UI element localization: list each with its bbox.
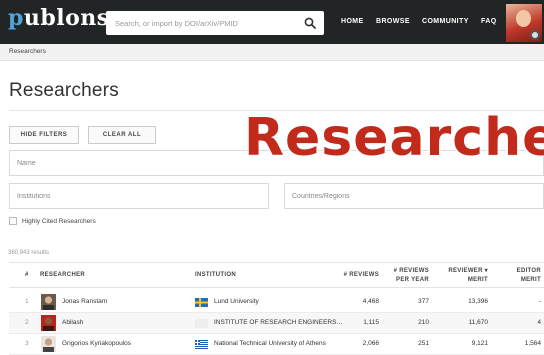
search-button[interactable] — [296, 11, 324, 35]
reviewer-merit: 13,396 — [468, 298, 488, 305]
institution-name[interactable]: National Technical University of Athens — [214, 340, 326, 347]
col-rank: # — [25, 272, 29, 278]
researcher-name[interactable]: Jonas Ranstam — [62, 298, 107, 305]
col-reviews-per-year-line2: PER YEAR — [396, 277, 429, 283]
table-row[interactable]: 1 Jonas Ranstam Lund University 4,468 37… — [9, 292, 544, 313]
reviews-count: 4,468 — [362, 298, 379, 305]
table-row[interactable]: 3 Grigorios Kyriakopoulos National Techn… — [9, 334, 544, 355]
breadcrumb-researchers[interactable]: Researchers — [9, 48, 46, 55]
editor-merit: 4 — [537, 319, 541, 326]
countries-filter-field — [284, 183, 544, 209]
breadcrumb: Researchers — [0, 44, 544, 61]
col-researcher[interactable]: RESEARCHER — [40, 271, 85, 280]
reviewer-merit: 9,121 — [471, 340, 488, 347]
highly-cited-label: Highly Cited Researchers — [22, 217, 96, 225]
row-rank: 1 — [25, 298, 29, 305]
hide-filters-button[interactable]: HIDE FILTERS — [9, 126, 79, 144]
reviews-count: 1,115 — [363, 319, 379, 326]
search-input[interactable] — [106, 11, 296, 35]
col-editor-merit[interactable]: EDITOR MERIT — [503, 267, 541, 285]
col-editor-merit-line1: EDITOR — [516, 268, 541, 274]
col-reviewer-merit-line1: REVIEWER ▾ — [448, 268, 488, 274]
col-reviewer-merit[interactable]: REVIEWER ▾ MERIT — [442, 267, 488, 285]
col-reviews[interactable]: # REVIEWS — [339, 271, 379, 280]
col-editor-merit-line2: MERIT — [520, 277, 541, 283]
blank-flag-icon — [195, 319, 208, 328]
researcher-avatar[interactable] — [41, 294, 56, 310]
editor-merit: - — [538, 298, 541, 305]
reviews-count: 2,066 — [362, 340, 379, 347]
publons-logo[interactable]: publons — [8, 5, 110, 31]
nav-faq[interactable]: FAQ — [481, 18, 497, 25]
institution-name[interactable]: Lund University — [214, 298, 259, 305]
sweden-flag-icon — [195, 298, 208, 307]
reviews-per-year: 377 — [418, 298, 429, 305]
researcher-name[interactable]: Abilash — [62, 319, 83, 326]
clear-all-button[interactable]: CLEAR ALL — [88, 126, 156, 144]
researcher-avatar[interactable] — [41, 336, 56, 352]
greece-flag-icon — [195, 340, 208, 349]
institution-name[interactable]: INSTITUTE OF RESEARCH ENGINEERS… — [214, 319, 343, 326]
gear-icon[interactable] — [530, 30, 540, 40]
avatar-face — [516, 10, 531, 27]
table-header: # RESEARCHER INSTITUTION # REVIEWS # REV… — [9, 262, 544, 288]
nav-home[interactable]: HOME — [341, 18, 364, 25]
reviewer-merit: 11,670 — [468, 319, 488, 326]
institutions-filter-field — [9, 183, 269, 209]
col-institution[interactable]: INSTITUTION — [195, 271, 236, 280]
page-title: Researchers — [9, 80, 119, 101]
nav-community[interactable]: COMMUNITY — [422, 18, 469, 25]
highly-cited-checkbox[interactable] — [9, 217, 17, 225]
row-rank: 2 — [25, 319, 29, 326]
overlay-title: Researche — [244, 108, 544, 168]
institutions-input[interactable] — [10, 184, 268, 208]
results-count: 360,943 results — [8, 250, 50, 256]
researcher-avatar[interactable] — [41, 315, 56, 331]
highly-cited-filter[interactable]: Highly Cited Researchers — [9, 217, 96, 225]
nav-browse[interactable]: BROWSE — [376, 18, 410, 25]
top-navigation-bar: publons HOME BROWSE COMMUNITY FAQ — [0, 0, 544, 44]
researcher-name[interactable]: Grigorios Kyriakopoulos — [62, 340, 131, 347]
countries-input[interactable] — [285, 184, 543, 208]
table-row[interactable]: 2 Abilash INSTITUTE OF RESEARCH ENGINEER… — [9, 313, 544, 334]
reviews-per-year: 210 — [418, 319, 429, 326]
col-reviews-per-year-line1: # REVIEWS — [393, 268, 429, 274]
col-reviews-per-year[interactable]: # REVIEWS PER YEAR — [389, 267, 429, 285]
search-icon — [304, 17, 316, 29]
reviews-per-year: 251 — [418, 340, 429, 347]
search-box — [106, 11, 324, 35]
col-reviewer-merit-line2: MERIT — [467, 277, 488, 283]
row-rank: 3 — [25, 340, 29, 347]
editor-merit: 1,564 — [524, 340, 541, 347]
user-avatar[interactable] — [506, 4, 542, 42]
